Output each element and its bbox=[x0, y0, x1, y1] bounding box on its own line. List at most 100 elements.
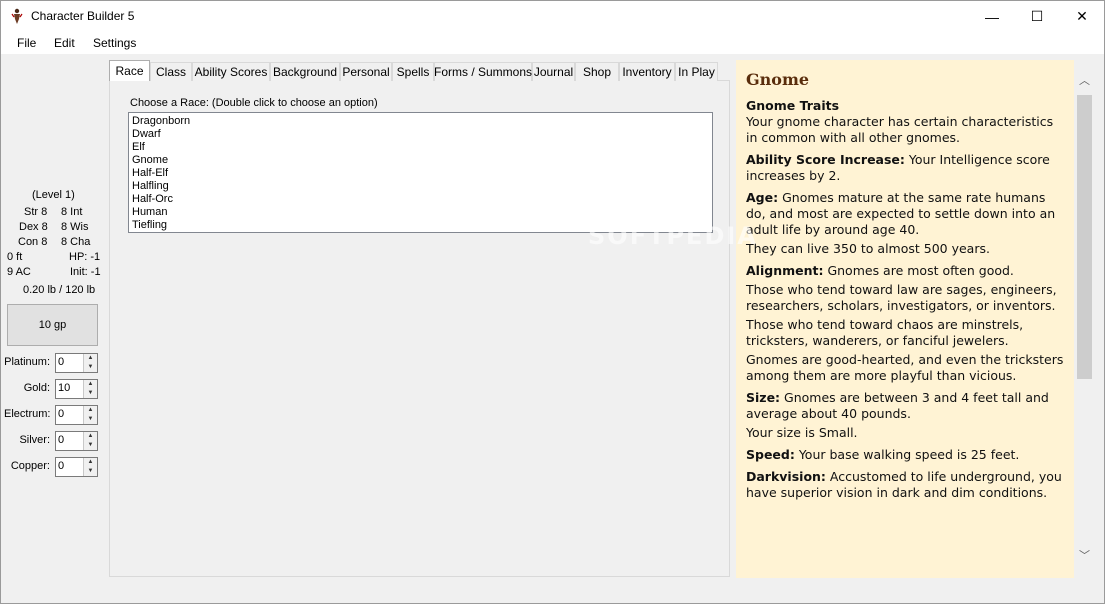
tab-ability-scores[interactable]: Ability Scores bbox=[192, 62, 270, 81]
stat-wis: 8 Wis bbox=[61, 221, 89, 233]
paragraph-label: Ability Score Increase: bbox=[746, 152, 905, 167]
description-paragraph: Those who tend toward chaos are minstrel… bbox=[746, 317, 1068, 349]
coin-label-copper: Copper: bbox=[10, 460, 50, 472]
copper-up-icon[interactable]: ▲ bbox=[84, 458, 97, 467]
menu-edit[interactable]: Edit bbox=[54, 36, 75, 50]
silver-value[interactable]: 0 bbox=[58, 434, 64, 446]
paragraph-text: Your base walking speed is 25 feet. bbox=[794, 447, 1020, 462]
paragraph-text: Those who tend toward law are sages, eng… bbox=[746, 282, 1057, 313]
description-paragraph: Age: Gnomes mature at the same rate huma… bbox=[746, 190, 1068, 238]
tab-journal[interactable]: Journal bbox=[532, 62, 575, 81]
platinum-stepper[interactable]: 0 ▲ ▼ bbox=[55, 353, 98, 373]
list-item-race[interactable]: Elf bbox=[132, 141, 145, 154]
copper-down-icon[interactable]: ▼ bbox=[84, 467, 97, 476]
scroll-thumb[interactable] bbox=[1077, 95, 1092, 379]
traits-heading: Gnome Traits bbox=[746, 98, 840, 113]
description-paragraph: Ability Score Increase: Your Intelligenc… bbox=[746, 152, 1068, 184]
menu-file[interactable]: File bbox=[17, 36, 36, 50]
tab-in-play[interactable]: In Play bbox=[675, 62, 718, 81]
silver-up-icon[interactable]: ▲ bbox=[84, 432, 97, 441]
race-prompt: Choose a Race: (Double click to choose a… bbox=[130, 97, 378, 109]
list-item-race[interactable]: Halfling bbox=[132, 180, 169, 193]
description-paragraph: They can live 350 to almost 500 years. bbox=[746, 241, 1068, 257]
gold-total-button[interactable]: 10 gp bbox=[7, 304, 98, 346]
list-item-race[interactable]: Human bbox=[132, 206, 167, 219]
platinum-down-icon[interactable]: ▼ bbox=[84, 363, 97, 372]
title-bar: Character Builder 5 — ☐ ✕ bbox=[1, 1, 1104, 32]
paragraph-text: Gnomes are between 3 and 4 feet tall and… bbox=[746, 390, 1049, 421]
scroll-down-icon[interactable]: ﹀ bbox=[1076, 547, 1093, 564]
stat-ac: 9 AC bbox=[7, 266, 31, 278]
coin-label-gold: Gold: bbox=[23, 382, 50, 394]
tab-shop[interactable]: Shop bbox=[575, 62, 619, 81]
coin-label-electrum: Electrum: bbox=[4, 408, 51, 420]
coin-label-platinum: Platinum: bbox=[4, 356, 50, 368]
coin-label-silver: Silver: bbox=[19, 434, 50, 446]
scroll-up-icon[interactable]: ︿ bbox=[1076, 72, 1093, 89]
minimize-button[interactable]: — bbox=[969, 1, 1015, 32]
paragraph-text: Gnomes are good-hearted, and even the tr… bbox=[746, 352, 1064, 383]
description-paragraph: Gnomes are good-hearted, and even the tr… bbox=[746, 352, 1068, 384]
description-title: Gnome bbox=[746, 70, 810, 89]
level-label: (Level 1) bbox=[32, 189, 75, 201]
platinum-value[interactable]: 0 bbox=[58, 356, 64, 368]
paragraph-text: Your size is Small. bbox=[746, 425, 858, 440]
tab-forms-summons[interactable]: Forms / Summons bbox=[434, 62, 532, 81]
description-paragraph: Size: Gnomes are between 3 and 4 feet ta… bbox=[746, 390, 1068, 422]
paragraph-text: They can live 350 to almost 500 years. bbox=[746, 241, 990, 256]
tab-background[interactable]: Background bbox=[270, 62, 340, 81]
description-paragraph: Your size is Small. bbox=[746, 425, 1068, 441]
paragraph-text: Gnomes mature at the same rate humans do… bbox=[746, 190, 1056, 237]
paragraph-text: Gnomes are most often good. bbox=[823, 263, 1014, 278]
paragraph-label: Darkvision: bbox=[746, 469, 826, 484]
app-window: Character Builder 5 — ☐ ✕ File Edit Sett… bbox=[0, 0, 1105, 604]
stat-int: 8 Int bbox=[61, 206, 83, 218]
electrum-up-icon[interactable]: ▲ bbox=[84, 406, 97, 415]
paragraph-text: Those who tend toward chaos are minstrel… bbox=[746, 317, 1024, 348]
list-item-race[interactable]: Half-Elf bbox=[132, 167, 168, 180]
list-item-race[interactable]: Half-Orc bbox=[132, 193, 173, 206]
maximize-button[interactable]: ☐ bbox=[1014, 1, 1060, 32]
tab-spells[interactable]: Spells bbox=[392, 62, 434, 81]
race-listbox[interactable]: Dragonborn Dwarf Elf Gnome Half-Elf Half… bbox=[128, 112, 713, 233]
list-item-race[interactable]: Tiefling bbox=[132, 219, 167, 232]
description-paragraph: Speed: Your base walking speed is 25 fee… bbox=[746, 447, 1068, 463]
tab-inventory[interactable]: Inventory bbox=[619, 62, 675, 81]
stat-con: Con 8 bbox=[18, 236, 48, 248]
tab-race[interactable]: Race bbox=[109, 60, 150, 81]
silver-stepper[interactable]: 0 ▲ ▼ bbox=[55, 431, 98, 451]
electrum-down-icon[interactable]: ▼ bbox=[84, 415, 97, 424]
stat-init: Init: -1 bbox=[70, 266, 101, 278]
traits-intro: Your gnome character has certain charact… bbox=[746, 114, 1054, 145]
electrum-stepper[interactable]: 0 ▲ ▼ bbox=[55, 405, 98, 425]
silver-down-icon[interactable]: ▼ bbox=[84, 441, 97, 450]
list-item-race[interactable]: Dragonborn bbox=[132, 115, 190, 128]
tab-personal[interactable]: Personal bbox=[340, 62, 392, 81]
paragraph-label: Size: bbox=[746, 390, 781, 405]
menu-settings[interactable]: Settings bbox=[93, 36, 136, 50]
description-scrollbar[interactable]: ︿ ﹀ bbox=[1076, 60, 1093, 578]
copper-value[interactable]: 0 bbox=[58, 460, 64, 472]
app-icon bbox=[11, 8, 23, 24]
gold-up-icon[interactable]: ▲ bbox=[84, 380, 97, 389]
electrum-value[interactable]: 0 bbox=[58, 408, 64, 420]
list-item-race[interactable]: Dwarf bbox=[132, 128, 161, 141]
list-item-race[interactable]: Gnome bbox=[132, 154, 168, 167]
description-paragraph: Alignment: Gnomes are most often good. bbox=[746, 263, 1068, 279]
gold-stepper[interactable]: 10 ▲ ▼ bbox=[55, 379, 98, 399]
window-title: Character Builder 5 bbox=[31, 9, 135, 23]
watermark: SOFTPEDIA bbox=[588, 222, 758, 250]
copper-stepper[interactable]: 0 ▲ ▼ bbox=[55, 457, 98, 477]
stat-speed: 0 ft bbox=[7, 251, 23, 263]
gold-down-icon[interactable]: ▼ bbox=[84, 389, 97, 398]
paragraph-label: Speed: bbox=[746, 447, 795, 462]
stat-hp: HP: -1 bbox=[69, 251, 101, 263]
stat-str: Str 8 bbox=[24, 206, 48, 218]
gold-value[interactable]: 10 bbox=[58, 382, 70, 394]
platinum-up-icon[interactable]: ▲ bbox=[84, 354, 97, 363]
race-description: Gnome Gnome Traits Your gnome character … bbox=[746, 72, 1068, 504]
menu-bar: File Edit Settings bbox=[1, 32, 1104, 54]
tab-class[interactable]: Class bbox=[150, 62, 192, 81]
close-button[interactable]: ✕ bbox=[1059, 1, 1105, 32]
stat-cha: 8 Cha bbox=[61, 236, 91, 248]
